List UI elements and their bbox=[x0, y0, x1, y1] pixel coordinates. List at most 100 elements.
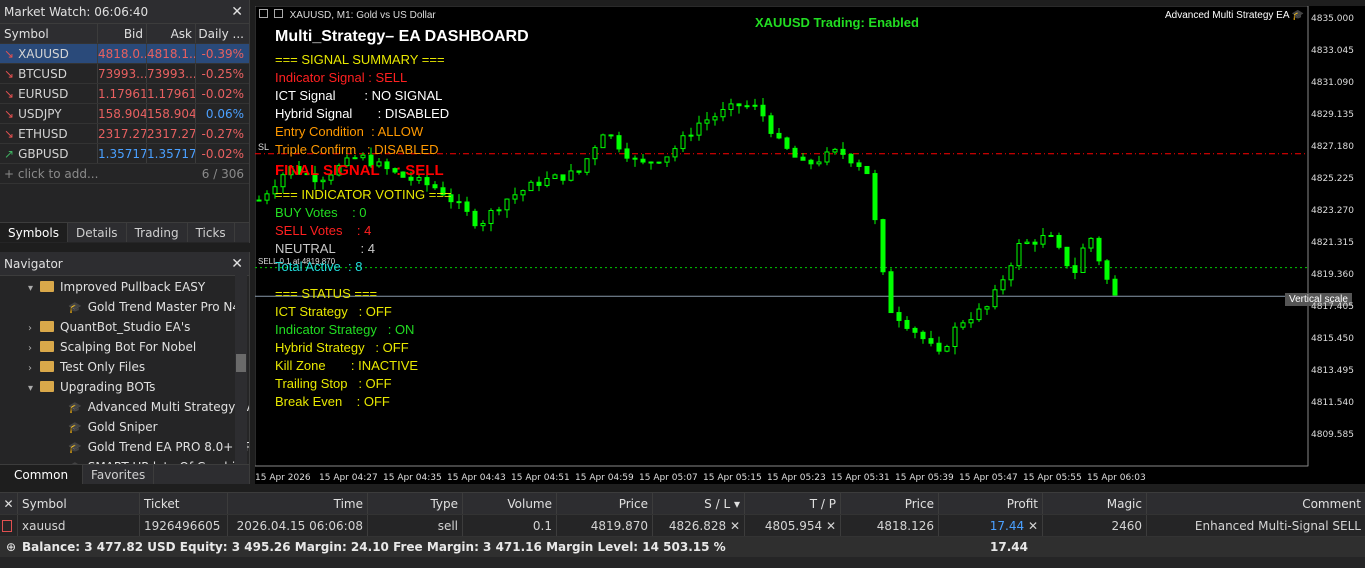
candle-bull bbox=[488, 209, 494, 224]
sort-down-icon: ▾ bbox=[733, 497, 740, 511]
candle-bear bbox=[904, 319, 910, 329]
candle-bull bbox=[504, 198, 510, 211]
navigator-expert[interactable]: 🎓 Gold Trend EA PRO 8.0+ SP bbox=[0, 437, 249, 457]
market-watch-row[interactable]: ↘ XAUUSD 4818.0... 4818.1... -0.39% bbox=[0, 44, 249, 64]
trade-tp[interactable]: 4805.954 ✕ bbox=[745, 515, 841, 536]
close-icon[interactable]: ✕ bbox=[0, 493, 18, 514]
candle-bull bbox=[1016, 242, 1022, 267]
candle-bear bbox=[576, 170, 582, 173]
candle-bull bbox=[1088, 237, 1094, 249]
candle-bear bbox=[256, 199, 262, 202]
market-watch-row[interactable]: ↘ EURUSD 1.17961 1.17961 -0.02% bbox=[0, 84, 249, 104]
candle-bear bbox=[1104, 260, 1110, 280]
total-profit: 17.44 bbox=[990, 540, 1028, 554]
navigator-folder[interactable]: › Test Only Files bbox=[0, 357, 249, 377]
col-bid[interactable]: Bid bbox=[98, 24, 147, 43]
daily-change: -0.02% bbox=[201, 87, 244, 101]
navigator-expert[interactable]: 🎓 Gold Trend Master Pro N4 bbox=[0, 297, 249, 317]
indicator-strategy: Indicator Strategy : ON bbox=[275, 322, 415, 337]
candle-bull bbox=[600, 134, 606, 149]
navigator-folder[interactable]: › QuantBot_Studio EA's bbox=[0, 317, 249, 337]
th-profit[interactable]: Profit bbox=[939, 493, 1043, 514]
th-comment[interactable]: Comment bbox=[1147, 493, 1365, 514]
navigator-folder[interactable]: › Scalping Bot For Nobel bbox=[0, 337, 249, 357]
final-signal: FINAL SIGNAL : SELL bbox=[275, 162, 444, 179]
x-axis-label: 15 Apr 05:31 bbox=[831, 473, 890, 483]
candle-bear bbox=[864, 165, 870, 175]
navigator-expert[interactable]: 🎓 Advanced Multi Strategy EA bbox=[0, 397, 249, 417]
add-symbol-row[interactable]: + click to add... 6 / 306 bbox=[0, 164, 249, 184]
buy-votes: BUY Votes : 0 bbox=[275, 205, 367, 220]
th-type[interactable]: Type bbox=[368, 493, 463, 514]
col-daily-change[interactable]: Daily ... bbox=[196, 24, 248, 43]
market-watch-row[interactable]: ↘ BTCUSD 73993.... 73993.... -0.25% bbox=[0, 64, 249, 84]
tab-ticks[interactable]: Ticks bbox=[188, 223, 235, 242]
candle-bear bbox=[1064, 246, 1070, 267]
candle-bull bbox=[264, 193, 270, 201]
ea-name-label[interactable]: Advanced Multi Strategy EA 🎓 bbox=[1165, 10, 1304, 21]
bid-value: 73993.... bbox=[98, 64, 147, 83]
tab-details[interactable]: Details bbox=[68, 223, 127, 242]
chevron-right-icon[interactable]: › bbox=[28, 359, 40, 377]
candle-bear bbox=[760, 104, 766, 117]
candle-bear bbox=[792, 147, 798, 158]
chart-settings-icon[interactable] bbox=[273, 9, 283, 18]
x-axis-label: 15 Apr 05:23 bbox=[767, 473, 826, 483]
th-price[interactable]: Price bbox=[557, 493, 653, 514]
navigator-folder[interactable]: ▾ Upgrading BOTs bbox=[0, 377, 249, 397]
x-axis-label: 15 Apr 04:43 bbox=[447, 473, 506, 483]
candle-bear bbox=[776, 132, 782, 139]
th-sl[interactable]: S / L ▾ bbox=[653, 493, 745, 514]
col-symbol[interactable]: Symbol bbox=[0, 24, 98, 43]
col-ask[interactable]: Ask bbox=[147, 24, 196, 43]
close-position-icon: ✕ bbox=[1027, 519, 1038, 533]
close-icon[interactable]: ✕ bbox=[231, 0, 243, 24]
navigator-folder[interactable]: ▾ Improved Pullback EASY bbox=[0, 277, 249, 297]
price-chart[interactable]: XAUUSD, M1: Gold vs US Dollar XAUUSD Tra… bbox=[255, 6, 1365, 484]
trade-sl[interactable]: 4826.828 ✕ bbox=[653, 515, 745, 536]
th-tp[interactable]: T / P bbox=[745, 493, 841, 514]
expand-icon[interactable]: ⊕ bbox=[6, 537, 16, 557]
daily-change: -0.02% bbox=[201, 147, 244, 161]
navigator-scrollbar[interactable] bbox=[235, 274, 247, 464]
indicator-signal: Indicator Signal : SELL bbox=[275, 70, 408, 85]
candle-bull bbox=[968, 319, 974, 324]
chevron-down-icon[interactable]: ▾ bbox=[28, 379, 40, 397]
candle-bear bbox=[888, 271, 894, 314]
daily-change: -0.39% bbox=[201, 47, 244, 61]
candle-bear bbox=[840, 148, 846, 155]
trade-row[interactable]: xauusd 1926496605 2026.04.15 06:06:08 se… bbox=[0, 515, 1365, 537]
scrollbar-thumb[interactable] bbox=[236, 354, 246, 372]
th-time[interactable]: Time bbox=[228, 493, 368, 514]
x-axis-label: 15 Apr 06:03 bbox=[1087, 473, 1146, 483]
chart-canvas[interactable] bbox=[255, 6, 1365, 484]
th-volume[interactable]: Volume bbox=[463, 493, 557, 514]
th-current-price[interactable]: Price bbox=[841, 493, 939, 514]
market-watch-row[interactable]: ↘ USDJPY 158.904 158.904 0.06% bbox=[0, 104, 249, 124]
trading-status: XAUUSD Trading: Enabled bbox=[755, 15, 919, 30]
th-ticket[interactable]: Ticket bbox=[140, 493, 228, 514]
market-watch-row[interactable]: ↗ GBPUSD 1.35717 1.35717 -0.02% bbox=[0, 144, 249, 164]
chart-menu-icon[interactable] bbox=[259, 9, 268, 18]
navigator-expert[interactable]: 🎓 Gold Sniper bbox=[0, 417, 249, 437]
candle-bear bbox=[632, 157, 638, 160]
th-symbol[interactable]: Symbol bbox=[18, 493, 140, 514]
tab-symbols[interactable]: Symbols bbox=[0, 223, 68, 242]
y-axis-label: 4833.045 bbox=[1311, 46, 1354, 56]
th-magic[interactable]: Magic bbox=[1043, 493, 1147, 514]
symbol-name: ETHUSD bbox=[18, 127, 68, 141]
trend-down-icon: ↘ bbox=[4, 47, 15, 61]
tab-favorites[interactable]: Favorites bbox=[83, 465, 155, 484]
trade-open-price: 4819.870 bbox=[557, 515, 653, 536]
chevron-right-icon[interactable]: › bbox=[28, 319, 40, 337]
candle-bear bbox=[800, 156, 806, 161]
chevron-right-icon[interactable]: › bbox=[28, 339, 40, 357]
market-watch-row[interactable]: ↘ ETHUSD 2317.27 2317.27 -0.27% bbox=[0, 124, 249, 144]
close-icon[interactable]: ✕ bbox=[231, 252, 243, 276]
trade-profit[interactable]: 17.44 ✕ bbox=[939, 515, 1043, 536]
chevron-down-icon[interactable]: ▾ bbox=[28, 279, 40, 297]
y-axis-label: 4809.585 bbox=[1311, 430, 1354, 440]
tab-trading[interactable]: Trading bbox=[127, 223, 188, 242]
tab-common[interactable]: Common bbox=[0, 465, 84, 484]
candle-bear bbox=[912, 327, 918, 333]
